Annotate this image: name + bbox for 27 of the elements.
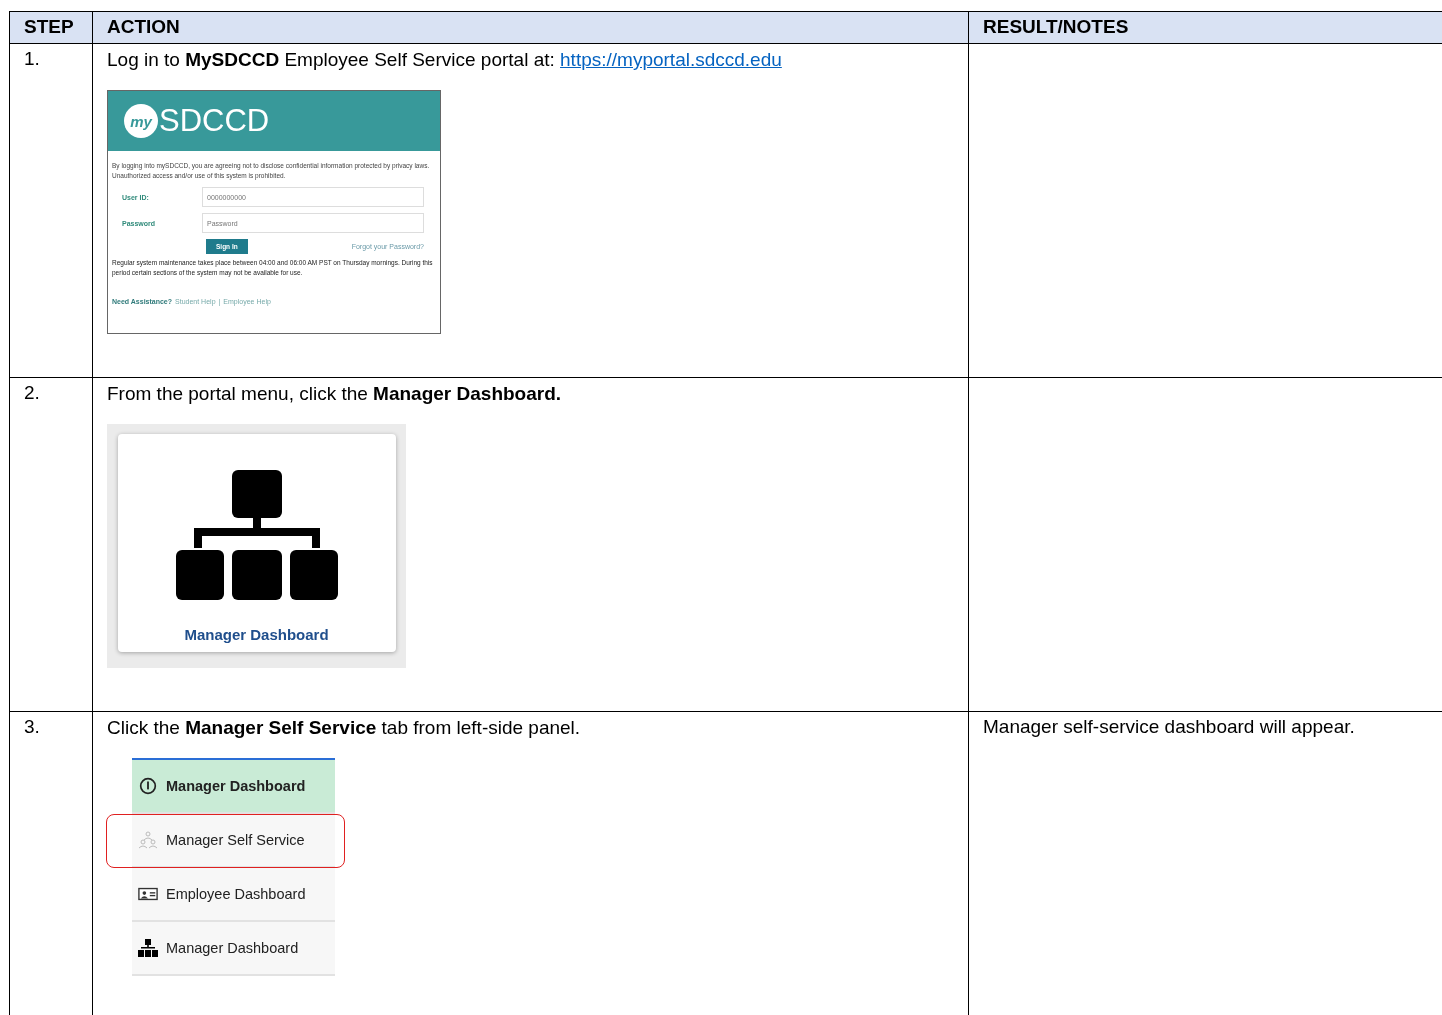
- result-note: Manager self-service dashboard will appear.: [983, 716, 1355, 737]
- panel-item[interactable]: Employee Dashboard: [132, 868, 335, 922]
- instruction-text: From the portal menu, click the Manager Dashboard.: [107, 383, 562, 404]
- logo-text: SDCCD: [159, 103, 270, 139]
- panel-item[interactable]: Manager Dashboard: [132, 760, 335, 814]
- org-chart-icon: [138, 939, 158, 957]
- gauge-icon: [138, 777, 158, 795]
- logo-badge: my: [124, 104, 158, 138]
- panel-item-label: Employee Dashboard: [166, 886, 306, 902]
- step-number: 1.: [24, 48, 40, 69]
- panel-item[interactable]: Manager Dashboard: [132, 922, 335, 976]
- step-number: 3.: [24, 716, 40, 737]
- dashboard-tile[interactable]: Manager Dashboard: [117, 434, 396, 652]
- column-header: ACTION: [92, 11, 969, 44]
- panel-item-label: Manager Dashboard: [166, 778, 306, 794]
- panel-item-label: Manager Dashboard: [166, 940, 299, 956]
- column-header: RESULT/NOTES: [968, 11, 1442, 44]
- instruction-text: Click the Manager Self Service tab from left-side panel.: [107, 717, 581, 738]
- panel-item-label: Manager Self Service: [166, 832, 305, 848]
- org-chart-icon: [175, 470, 338, 600]
- instruction-text: Log in to MySDCCD Employee Self Service portal at:: [107, 49, 556, 70]
- tile-label: Manager Dashboard: [184, 626, 329, 643]
- people-icon: [138, 831, 158, 849]
- portal-link[interactable]: https://myportal.sdccd.edu: [560, 49, 782, 70]
- step-number: 2.: [24, 382, 40, 403]
- id-card-icon: [138, 885, 158, 903]
- column-header: STEP: [9, 11, 93, 44]
